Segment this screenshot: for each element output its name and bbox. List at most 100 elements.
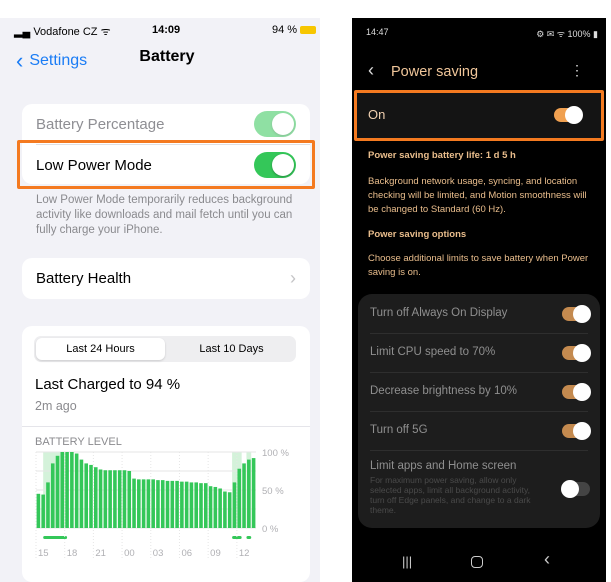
status-battery: ⚙ ✉ ᯤ 100% ▮ — [536, 29, 598, 39]
battery-bar — [203, 483, 208, 528]
limit-apps-label: Limit apps and Home screen — [370, 460, 517, 472]
battery-bar — [117, 470, 122, 528]
battery-bar — [146, 479, 151, 528]
battery-bar — [65, 452, 69, 528]
x-tick-label: 09 — [210, 548, 221, 559]
option-row[interactable]: Turn off Always On Display — [358, 294, 600, 333]
battery-bar — [223, 491, 227, 528]
battery-bar — [84, 463, 89, 528]
battery-bar — [160, 480, 165, 528]
x-tick-label: 00 — [124, 548, 135, 559]
battery-percentage-toggle[interactable] — [254, 111, 296, 137]
chevron-right-icon: › — [290, 268, 296, 288]
battery-bar — [132, 478, 136, 528]
options-panel: Turn off Always On Display Limit CPU spe… — [358, 294, 600, 528]
tab-last-24-hours[interactable]: Last 24 Hours — [36, 338, 165, 360]
back-button[interactable]: ‹ — [368, 60, 374, 81]
option-row[interactable]: Turn off 5G — [358, 411, 600, 450]
battery-bar — [218, 488, 222, 528]
android-power-saving-screen: 14:47 ⚙ ✉ ᯤ 100% ▮ ‹ Power saving ⋮ On P… — [352, 18, 606, 582]
battery-bar — [232, 482, 237, 528]
option-label: Turn off Always On Display — [370, 307, 508, 319]
battery-bar — [227, 492, 232, 528]
battery-bar — [98, 469, 103, 528]
battery-icon — [300, 26, 317, 35]
battery-bar — [165, 480, 170, 528]
back-nav-icon[interactable]: ‹ — [544, 549, 550, 570]
battery-bar — [194, 482, 199, 528]
battery-bar — [46, 482, 50, 528]
battery-percentage-row: Battery Percentage — [22, 104, 310, 144]
battery-bar — [89, 464, 93, 528]
charging-indicator — [246, 536, 252, 539]
battery-bar — [50, 463, 55, 528]
options-header: Power saving options — [368, 229, 467, 240]
battery-bar — [156, 480, 160, 528]
option-label: Limit CPU speed to 70% — [370, 346, 496, 358]
status-battery: 94 % — [272, 24, 317, 36]
low-power-description: Low Power Mode temporarily reduces backg… — [36, 194, 293, 236]
tab-last-10-days[interactable]: Last 10 Days — [167, 336, 296, 362]
option-toggle[interactable] — [562, 344, 591, 362]
limit-apps-row[interactable]: Limit apps and Home screen For maximum p… — [358, 450, 600, 526]
battery-usage-card: Last 24 Hours Last 10 Days Last Charged … — [22, 326, 310, 582]
x-tick-label: 21 — [95, 548, 106, 559]
highlight-box — [354, 90, 604, 141]
battery-bar — [103, 470, 108, 528]
page-title: Battery — [139, 48, 195, 65]
battery-bar — [170, 480, 175, 528]
battery-bar — [113, 470, 117, 528]
ios-battery-screen: ▂▄ Vodafone CZ ᯤ 14:09 94 % ‹ Settings Ba… — [0, 18, 320, 582]
option-label: Turn off 5G — [370, 424, 428, 436]
battery-bar — [213, 486, 218, 528]
highlight-box — [17, 140, 315, 189]
battery-bar — [184, 481, 189, 528]
more-options-icon[interactable]: ⋮ — [570, 62, 584, 79]
battery-bar — [41, 494, 45, 528]
status-time: 14:47 — [366, 27, 389, 37]
power-saving-description: Background network usage, syncing, and l… — [368, 176, 587, 215]
battery-bar — [242, 463, 246, 528]
battery-bar — [108, 470, 112, 528]
option-label: Decrease brightness by 10% — [370, 385, 518, 397]
battery-bar — [36, 493, 41, 528]
battery-bar — [55, 455, 60, 528]
y-tick-label: 0 % — [262, 524, 279, 535]
battery-life: Power saving battery life: 1 d 5 h — [368, 150, 516, 161]
battery-bar — [122, 470, 127, 528]
option-row[interactable]: Decrease brightness by 10% — [358, 372, 600, 411]
option-toggle[interactable] — [562, 305, 591, 323]
battery-bar — [247, 459, 251, 528]
battery-percentage-label: Battery Percentage — [36, 115, 165, 133]
battery-bar — [127, 471, 132, 528]
battery-health-label: Battery Health — [36, 270, 132, 287]
battery-bar — [189, 482, 194, 528]
status-carrier: ▂▄ Vodafone CZ ᯤ — [14, 26, 111, 38]
limit-apps-description: For maximum power saving, allow only sel… — [370, 475, 531, 515]
battery-bar — [199, 483, 203, 528]
page-title: Power saving — [391, 64, 479, 80]
battery-bar — [70, 452, 74, 528]
battery-bar — [141, 479, 146, 528]
battery-bar — [74, 453, 79, 528]
y-tick-label: 100 % — [262, 448, 289, 459]
recents-icon[interactable]: ||| — [402, 554, 412, 569]
last-charged: Last Charged to 94 % — [35, 376, 181, 393]
battery-bar — [237, 468, 242, 528]
time-range-segmented: Last 24 Hours Last 10 Days — [34, 336, 296, 362]
battery-bar — [60, 452, 65, 528]
charging-indicator — [43, 536, 68, 539]
battery-bar — [93, 467, 98, 528]
battery-bar — [175, 480, 179, 528]
battery-bar — [251, 458, 256, 528]
option-toggle[interactable] — [562, 383, 591, 401]
battery-health-row[interactable]: Battery Health › — [22, 258, 310, 299]
battery-level-chart: 100 % 50 % 0 % 15 18 21 00 03 06 09 12 — [35, 448, 289, 559]
option-toggle[interactable] — [562, 422, 591, 440]
x-tick-label: 12 — [239, 548, 250, 559]
home-icon[interactable] — [471, 556, 483, 568]
battery-bar — [79, 459, 84, 528]
limit-apps-toggle[interactable] — [561, 480, 590, 498]
battery-bar — [208, 486, 213, 528]
option-row[interactable]: Limit CPU speed to 70% — [358, 333, 600, 372]
